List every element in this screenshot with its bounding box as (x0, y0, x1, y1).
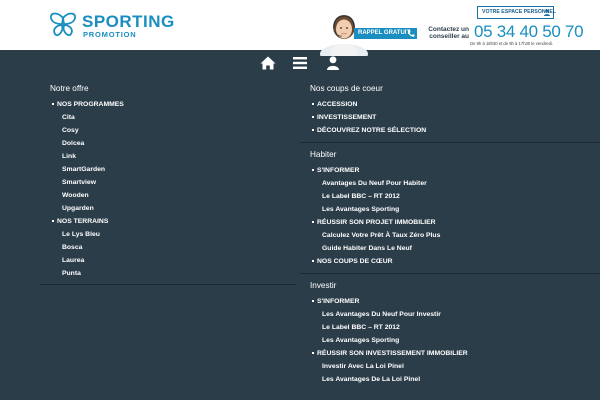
section-title-notre-offre: Notre offre (50, 84, 89, 93)
section-title-investir: Investir (310, 281, 337, 290)
opening-hours: De 9h à 18h30 et de 9h à 17h30 le vendre… (470, 41, 553, 46)
contact-label: Contactez un conseiller au (428, 26, 469, 40)
phone-number[interactable]: 05 34 40 50 70 (474, 22, 584, 42)
menu-category-nos-coups-de-c-ur[interactable]: NOS COUPS DE CŒUR (300, 255, 600, 268)
menu-link-cita[interactable]: Cita (40, 111, 300, 124)
user-icon (544, 9, 550, 16)
menu-category-decouvrez-notre-selection[interactable]: DÉCOUVREZ NOTRE SÉLECTION (300, 124, 600, 137)
menu-link-les-avantages-de-la-loi-pinel[interactable]: Les Avantages De La Loi Pinel (300, 373, 600, 386)
bullet-icon (312, 129, 314, 131)
menu-category-accession[interactable]: ACCESSION (300, 98, 600, 111)
menu-link-les-avantages-sporting[interactable]: Les Avantages Sporting (300, 203, 600, 216)
menu-category-investissement[interactable]: INVESTISSEMENT (300, 111, 600, 124)
menu-category-nos-terrains[interactable]: NOS TERRAINS (40, 215, 300, 228)
menu-link-bosca[interactable]: Bosca (40, 241, 300, 254)
butterfly-logo-icon (50, 12, 76, 37)
menu-link-cosy[interactable]: Cosy (40, 124, 300, 137)
espace-personnel-button[interactable]: VOTRE ESPACE PERSONNEL (477, 6, 556, 19)
bullet-icon (312, 169, 314, 171)
menu-link-wooden[interactable]: Wooden (40, 189, 300, 202)
menu-category-nos-programmes[interactable]: NOS PROGRAMMES (40, 98, 300, 111)
divider (300, 142, 600, 143)
bullet-icon (312, 260, 314, 262)
user-icon[interactable] (325, 56, 341, 70)
menu-link-smartview[interactable]: Smartview (40, 176, 300, 189)
menu-link-les-avantages-du-neuf-pour-investir[interactable]: Les Avantages Du Neuf Pour Investir (300, 308, 600, 321)
menu-category-label: RÉUSSIR SON PROJET IMMOBILIER (317, 219, 436, 226)
bullet-icon (312, 352, 314, 354)
menu-link-le-label-bbc-rt-2012[interactable]: Le Label BBC – RT 2012 (300, 321, 600, 334)
divider (300, 273, 600, 274)
menu-link-smartgarden[interactable]: SmartGarden (40, 163, 300, 176)
right-menu-column: Nos coups de coeur ACCESSION INVESTISSEMEN… (300, 80, 600, 386)
menu-category-label: DÉCOUVREZ NOTRE SÉLECTION (317, 127, 427, 134)
menu-category-label: INVESTISSEMENT (317, 114, 377, 121)
menu-link-link[interactable]: Link (40, 150, 300, 163)
notre-offre-column: Notre offre NOS PROGRAMMES Cita Cosy Dolcea L… (40, 80, 300, 288)
menu-link-le-label-bbc-rt-2012[interactable]: Le Label BBC – RT 2012 (300, 190, 600, 203)
menu-link-les-avantages-sporting[interactable]: Les Avantages Sporting (300, 334, 600, 347)
logo-subtitle: PROMOTION (83, 30, 137, 39)
menu-link-guide-habiter-dans-le-neuf[interactable]: Guide Habiter Dans Le Neuf (300, 242, 600, 255)
bullet-icon (312, 116, 314, 118)
rappel-gratuit-label: RAPPEL GRATUIT (358, 30, 411, 36)
menu-category-label: NOS PROGRAMMES (57, 101, 124, 108)
divider (40, 284, 296, 285)
menu-category-s-informer[interactable]: S'INFORMER (300, 164, 600, 177)
menu-link-upgarden[interactable]: Upgarden (40, 202, 300, 215)
menu-link-investir-avec-la-loi-pinel[interactable]: Investir Avec La Loi Pinel (300, 360, 600, 373)
menu-link-avantages-du-neuf-pour-habiter[interactable]: Avantages Du Neuf Pour Habiter (300, 177, 600, 190)
bullet-icon (52, 220, 54, 222)
site-header: SPORTING PROMOTION VOTRE ESPACE PERSONNE… (0, 0, 600, 56)
menu-link-laurea[interactable]: Laurea (40, 254, 300, 267)
menu-category-reussir-son-investissement-immobilier[interactable]: RÉUSSIR SON INVESTISSEMENT IMMOBILIER (300, 347, 600, 360)
section-title-habiter: Habiter (310, 150, 337, 159)
bullet-icon (312, 300, 314, 302)
menu-category-label: S'INFORMER (317, 167, 360, 174)
menu-link-dolcea[interactable]: Dolcea (40, 137, 300, 150)
menu-link-punta[interactable]: Punta (40, 267, 300, 280)
menu-link-le-lys-bleu[interactable]: Le Lys Bleu (40, 228, 300, 241)
site-logo[interactable]: SPORTING PROMOTION (48, 10, 174, 40)
menu-category-label: NOS TERRAINS (57, 218, 109, 225)
menu-toolbar (0, 50, 600, 76)
rappel-gratuit-button[interactable]: RAPPEL GRATUIT (354, 28, 417, 39)
bullet-icon (312, 103, 314, 105)
menu-category-label: ACCESSION (317, 101, 358, 108)
menu-icon[interactable] (292, 56, 308, 70)
menu-category-s-informer[interactable]: S'INFORMER (300, 295, 600, 308)
menu-category-label: RÉUSSIR SON INVESTISSEMENT IMMOBILIER (317, 350, 468, 357)
menu-category-reussir-son-projet-immobilier[interactable]: RÉUSSIR SON PROJET IMMOBILIER (300, 216, 600, 229)
bullet-icon (52, 103, 54, 105)
menu-category-label: S'INFORMER (317, 298, 360, 305)
phone-icon (408, 30, 415, 37)
bullet-icon (312, 221, 314, 223)
section-title-nos-coups-de-coeur: Nos coups de coeur (310, 84, 383, 93)
logo-brand: SPORTING (82, 12, 175, 31)
menu-link-calculez-votre-pret-a-taux-zero-plus[interactable]: Calculez Votre Prêt À Taux Zéro Plus (300, 229, 600, 242)
menu-category-label: NOS COUPS DE CŒUR (317, 258, 393, 265)
home-icon[interactable] (260, 56, 276, 70)
